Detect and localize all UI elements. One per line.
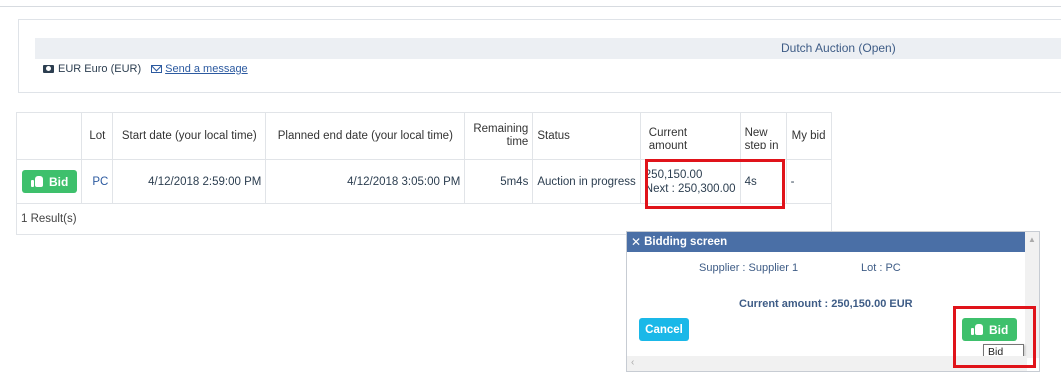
next-amount-value: Next : 250,300.00 xyxy=(644,182,736,195)
auction-title: Dutch Auction (Open) xyxy=(781,41,896,55)
header-remaining-line2: time xyxy=(506,136,529,148)
lot-link[interactable]: PC xyxy=(92,176,108,188)
table-row: Bid PC 4/12/2018 2:59:00 PM 4/12/2018 3:… xyxy=(15,159,832,204)
header-current-amount: Current amount xyxy=(639,112,741,160)
header-remaining-time: Remaining time xyxy=(464,112,534,160)
status-cell: Auction in progress xyxy=(532,159,641,204)
header-start-date: Start date (your local time) xyxy=(112,112,267,160)
send-message-text[interactable]: Send a message xyxy=(165,63,248,75)
results-count: 1 Result(s) xyxy=(16,203,832,235)
lot-cell[interactable]: PC xyxy=(81,159,114,204)
scroll-up-icon[interactable]: ▲ xyxy=(1028,235,1036,244)
new-step-cell: 4s xyxy=(739,159,787,204)
remaining-time-cell: 5m4s xyxy=(464,159,534,204)
supplier-label: Supplier : Supplier 1 xyxy=(699,262,799,274)
currency-text: EUR Euro (EUR) xyxy=(58,63,142,75)
header-current-line2: amount xyxy=(648,140,688,149)
dialog-bid-label: Bid xyxy=(989,322,1009,337)
lots-table: Lot Start date (your local time) Planned… xyxy=(15,112,832,235)
start-date-cell: 4/12/2018 2:59:00 PM xyxy=(112,159,267,204)
header-step-line1: New xyxy=(744,127,768,139)
current-amount-cell: 250,150.00 Next : 250,300.00 xyxy=(639,159,741,204)
currency-label: EUR Euro (EUR) xyxy=(43,63,141,75)
send-message-link[interactable]: Send a message xyxy=(151,63,248,75)
horizontal-scrollbar[interactable]: ‹ xyxy=(627,356,1027,371)
bid-button-label: Bid xyxy=(49,174,69,189)
table-header-row: Lot Start date (your local time) Planned… xyxy=(15,112,832,160)
top-divider xyxy=(0,6,1061,7)
bid-cell: Bid xyxy=(15,159,83,204)
header-current-line1: Current xyxy=(648,127,688,139)
thumbs-up-icon xyxy=(971,324,983,335)
header-remaining-line1: Remaining xyxy=(473,123,529,135)
auction-header: Dutch Auction (Open) xyxy=(35,38,1061,59)
auction-panel: Dutch Auction (Open) EUR Euro (EUR) Send… xyxy=(18,19,1061,93)
thumbs-up-icon xyxy=(31,176,43,187)
dialog-title-bar: ✕ Bidding screen xyxy=(627,232,1027,252)
bidding-dialog: ✕ Bidding screen ▲ Supplier : Supplier 1… xyxy=(626,231,1040,372)
current-amount-label: Current amount : 250,150.00 EUR xyxy=(739,298,913,310)
header-action xyxy=(15,112,83,160)
cancel-button[interactable]: Cancel xyxy=(639,318,689,341)
dialog-bid-button[interactable]: Bid xyxy=(962,318,1018,341)
mail-icon xyxy=(151,65,163,73)
bid-button[interactable]: Bid xyxy=(22,170,78,193)
current-amount-value: 250,150.00 xyxy=(644,168,703,181)
header-my-bid: My bid xyxy=(785,112,832,160)
scroll-left-icon[interactable]: ‹ xyxy=(631,357,634,368)
auction-meta: EUR Euro (EUR) Send a message xyxy=(43,63,248,75)
dialog-title: Bidding screen xyxy=(644,236,728,248)
close-icon[interactable]: ✕ xyxy=(631,235,641,249)
header-step-wrap: New step in xyxy=(745,123,782,149)
header-lot: Lot xyxy=(81,112,114,160)
header-end-date: Planned end date (your local time) xyxy=(265,112,466,160)
money-icon xyxy=(43,65,54,73)
header-new-step: New step in xyxy=(739,112,787,160)
my-bid-cell: - xyxy=(785,159,832,204)
vertical-scrollbar[interactable]: ▲ xyxy=(1025,232,1039,358)
header-status: Status xyxy=(532,112,641,160)
end-date-cell: 4/12/2018 3:05:00 PM xyxy=(265,159,466,204)
results-row: 1 Result(s) xyxy=(16,203,832,235)
lot-label: Lot : PC xyxy=(861,262,901,274)
header-step-line2: step in xyxy=(744,140,779,149)
header-current-wrap: Current amount xyxy=(645,123,736,149)
